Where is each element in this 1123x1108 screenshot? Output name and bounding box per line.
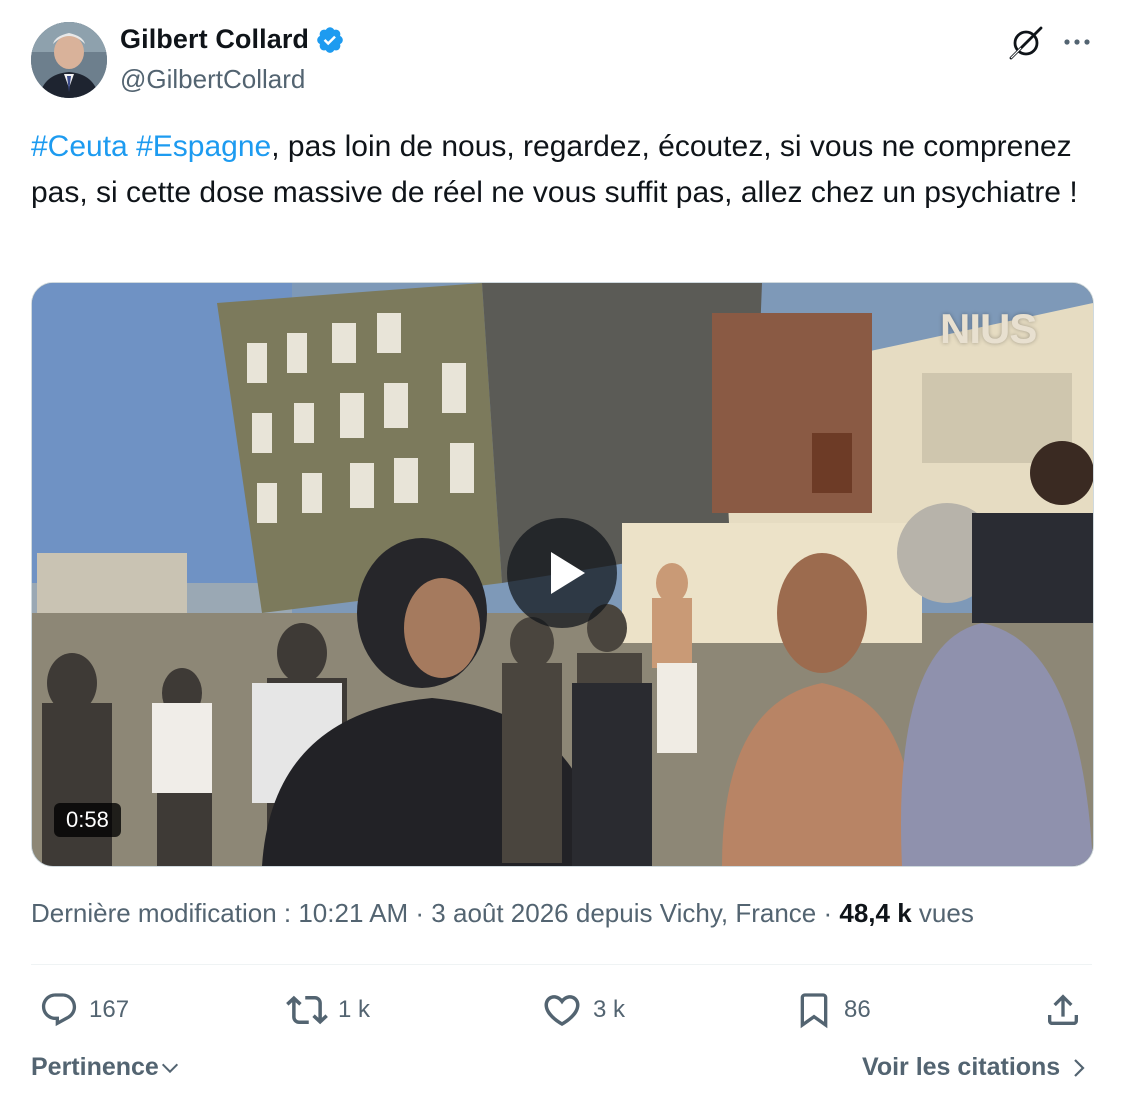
reply-button[interactable]: 167 (39, 985, 129, 1035)
author-name[interactable]: Gilbert Collard (120, 24, 309, 55)
chevron-down-icon (161, 1063, 178, 1073)
hashtag-espagne[interactable]: #Espagne (136, 130, 271, 163)
views-label: vues (911, 898, 974, 928)
video-player[interactable]: NIUS 0:58 (31, 282, 1094, 867)
video-duration: 0:58 (54, 803, 121, 837)
sort-dropdown[interactable]: Pertinence (31, 1053, 181, 1082)
share-icon (1048, 994, 1078, 1025)
hashtag-ceuta[interactable]: #Ceuta (31, 130, 128, 163)
play-button[interactable] (507, 518, 617, 628)
sort-label: Pertinence (31, 1053, 159, 1081)
verified-badge-icon (315, 25, 345, 55)
edited-timestamp[interactable]: Dernière modification : 10:21 AM · 3 aoû… (31, 898, 839, 928)
bookmark-count: 86 (844, 996, 871, 1023)
repost-count: 1 k (338, 996, 371, 1023)
repost-icon (286, 995, 328, 1025)
reply-icon (41, 993, 77, 1027)
action-bar: 167 1 k 3 k 86 (31, 985, 1092, 1035)
tweet-meta: Dernière modification : 10:21 AM · 3 aoû… (31, 898, 974, 929)
share-button[interactable] (1043, 985, 1083, 1035)
views-count: 48,4 k (839, 898, 912, 928)
view-quotes-link[interactable]: Voir les citations (862, 1053, 1090, 1082)
avatar[interactable] (31, 22, 107, 98)
quotes-label: Voir les citations (862, 1053, 1061, 1081)
more-icon[interactable] (1059, 24, 1095, 60)
chevron-right-icon (1074, 1058, 1085, 1077)
tweet-text: #Ceuta #Espagne, pas loin de nous, regar… (31, 124, 1081, 216)
play-icon (551, 552, 585, 594)
bookmark-button[interactable]: 86 (794, 985, 871, 1035)
bookmark-icon (800, 993, 828, 1029)
reply-count: 167 (89, 996, 130, 1023)
like-count: 3 k (593, 996, 626, 1023)
tweet-header: Gilbert Collard @GilbertCollard (31, 22, 1101, 100)
author-name-row[interactable]: Gilbert Collard (120, 24, 345, 55)
nius-watermark: NIUS (940, 305, 1037, 352)
divider (31, 964, 1092, 965)
heart-icon (544, 995, 580, 1027)
author-handle[interactable]: @GilbertCollard (120, 64, 305, 95)
repost-button[interactable]: 1 k (286, 985, 370, 1035)
like-button[interactable]: 3 k (541, 985, 625, 1035)
grok-icon[interactable] (1007, 24, 1045, 62)
